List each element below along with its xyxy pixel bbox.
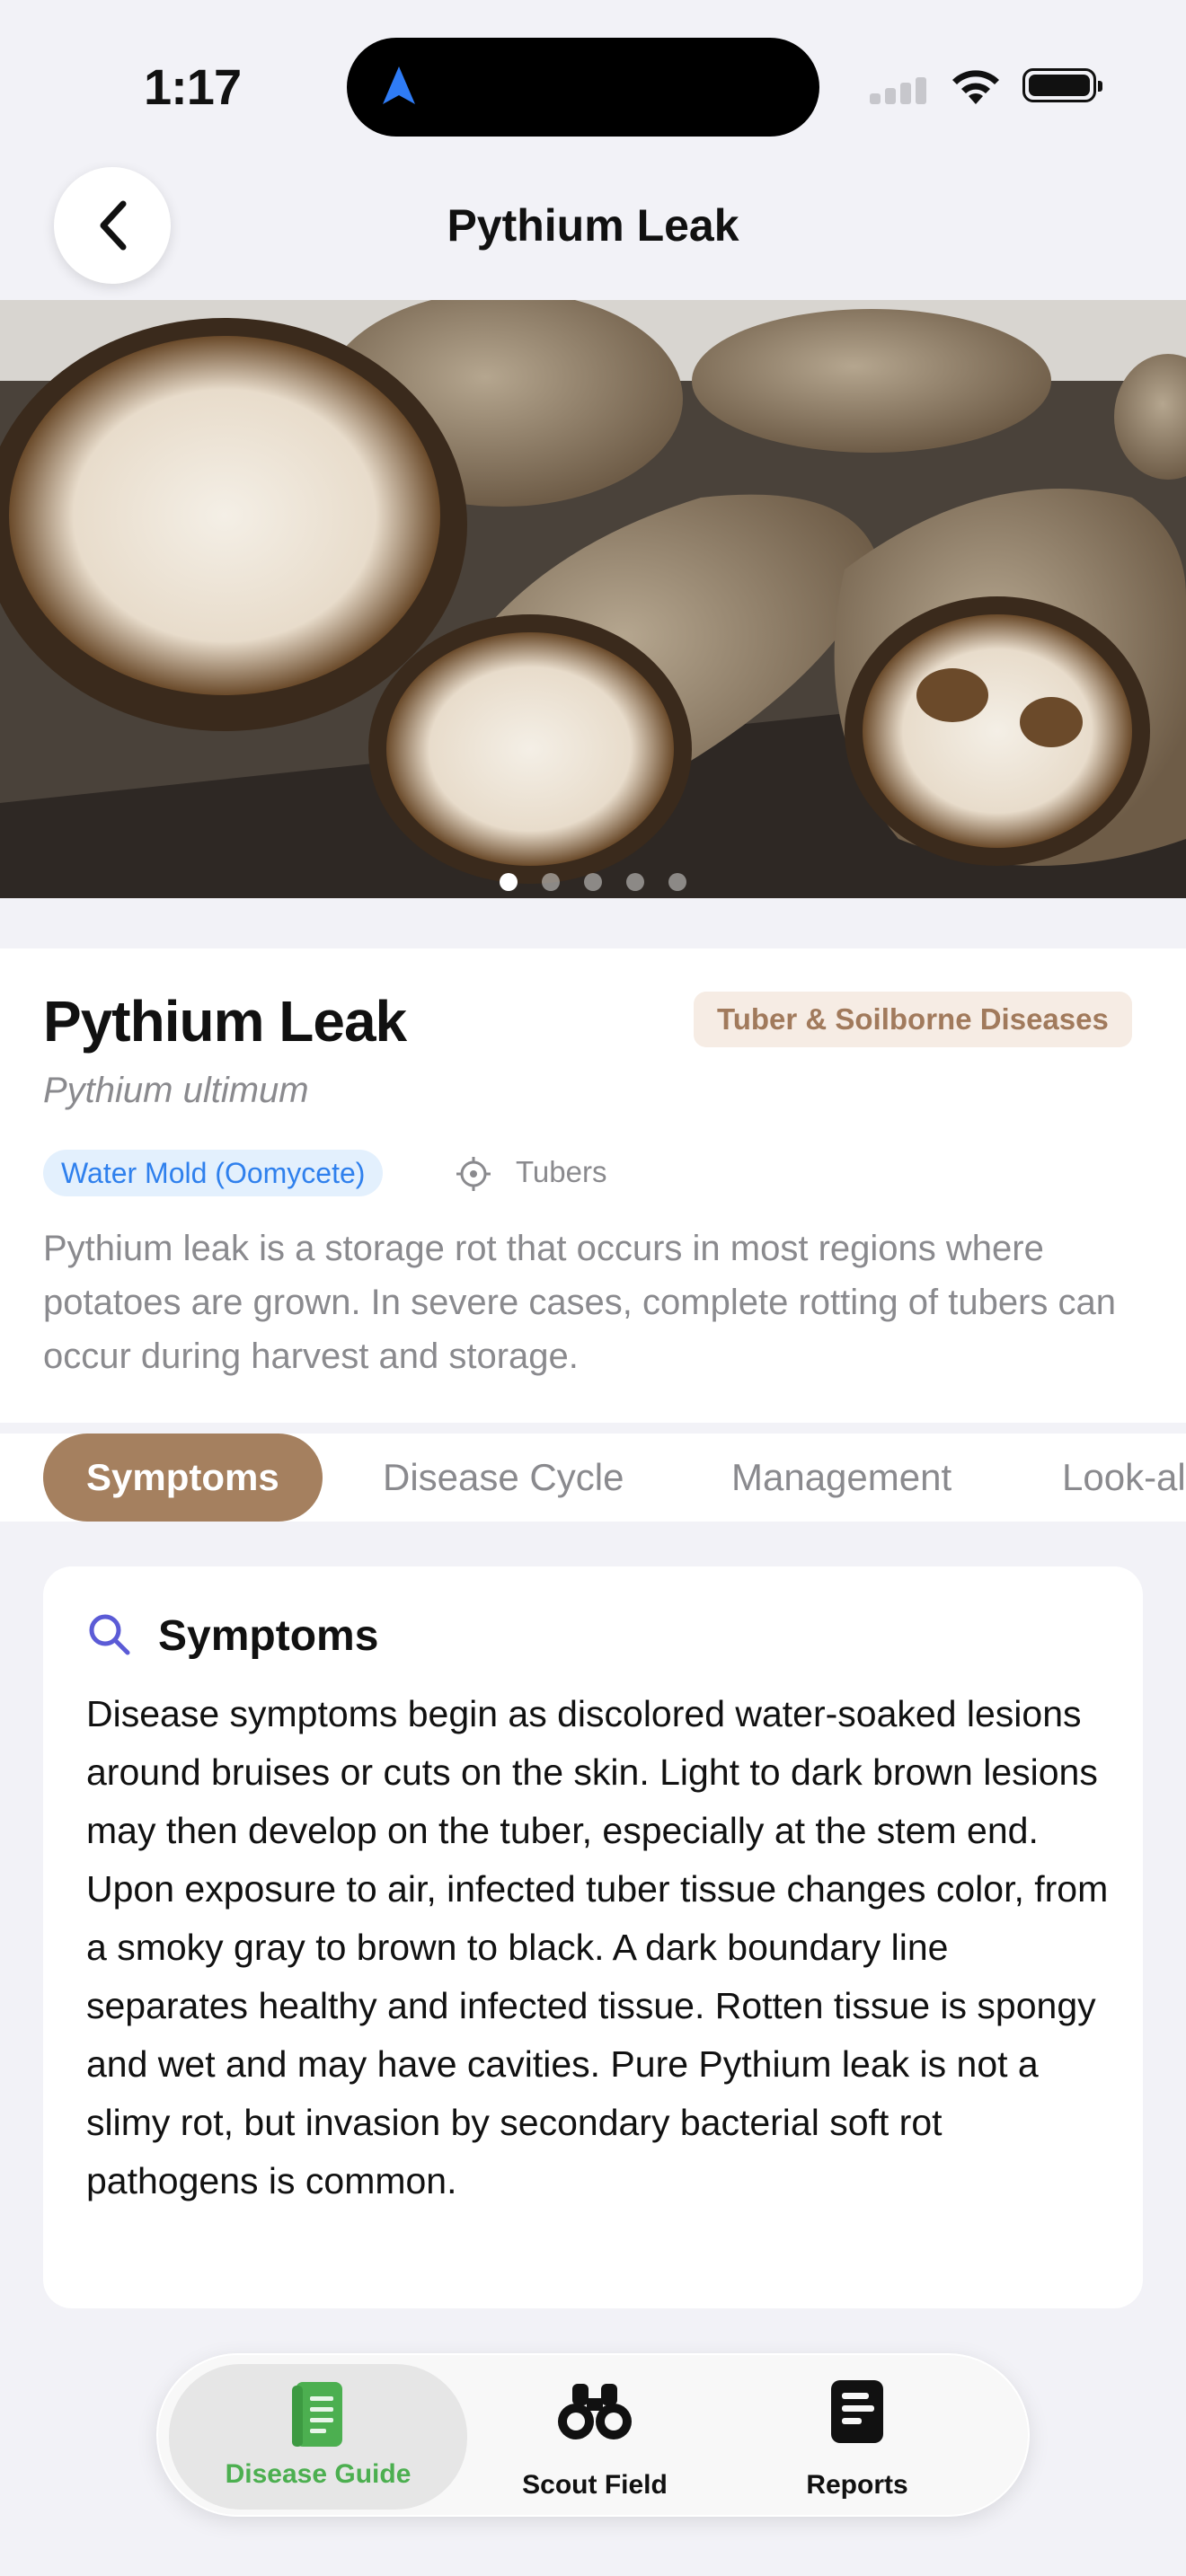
symptoms-body: Disease symptoms begin as discolored wat… — [86, 1693, 1109, 2201]
gallery-page-indicator[interactable] — [0, 873, 1186, 891]
binoculars-icon — [558, 2384, 632, 2439]
disease-photo[interactable] — [0, 300, 1186, 898]
search-icon — [89, 1614, 130, 1655]
symptoms-title: Symptoms — [158, 1612, 379, 1660]
affected-part-label: Tubers — [516, 1155, 607, 1188]
gallery-dot[interactable] — [668, 873, 686, 891]
photo-illustration — [0, 300, 1186, 898]
wifi-icon — [952, 70, 999, 104]
cellular-signal-icon — [870, 77, 926, 104]
scientific-name: Pythium ultimum — [43, 1071, 309, 1110]
disease-description: Pythium leak is a storage rot that occur… — [43, 1229, 1116, 1376]
tab-symptoms[interactable]: Symptoms — [43, 1434, 323, 1522]
tab-disease-cycle[interactable]: Disease Cycle — [383, 1434, 624, 1522]
gallery-dot[interactable] — [584, 873, 602, 891]
location-arrow-icon — [383, 66, 415, 104]
bottom-tab-bar: Disease Guide Scout Field Reports — [156, 2353, 1030, 2517]
pathogen-type-badge: Water Mold (Oomycete) — [43, 1150, 384, 1196]
tabbar-disease-guide-label: Disease Guide — [225, 2459, 412, 2489]
book-icon — [292, 2382, 342, 2447]
tabbar-scout-field[interactable]: Scout Field — [467, 2355, 722, 2519]
page-title: Pythium Leak — [447, 200, 739, 251]
tab-management[interactable]: Management — [731, 1434, 951, 1522]
tabbar-reports-label: Reports — [806, 2470, 908, 2500]
dynamic-island — [347, 38, 819, 137]
gallery-dot[interactable] — [500, 873, 518, 891]
tabbar-reports[interactable]: Reports — [722, 2355, 992, 2519]
gallery-dot[interactable] — [542, 873, 560, 891]
report-icon — [831, 2380, 883, 2443]
target-icon — [456, 1157, 491, 1191]
disease-name: Pythium Leak — [43, 989, 407, 1054]
section-tabs: Symptoms Disease Cycle Management Look-a… — [0, 1434, 1186, 1522]
tab-look-alikes[interactable]: Look-al — [1062, 1434, 1186, 1522]
gallery-dot[interactable] — [626, 873, 644, 891]
tabbar-scout-field-label: Scout Field — [522, 2470, 668, 2500]
category-badge: Tuber & Soilborne Diseases — [694, 992, 1132, 1047]
battery-icon — [1022, 68, 1102, 102]
tabbar-disease-guide[interactable]: Disease Guide — [169, 2364, 467, 2510]
status-time: 1:17 — [144, 58, 242, 115]
